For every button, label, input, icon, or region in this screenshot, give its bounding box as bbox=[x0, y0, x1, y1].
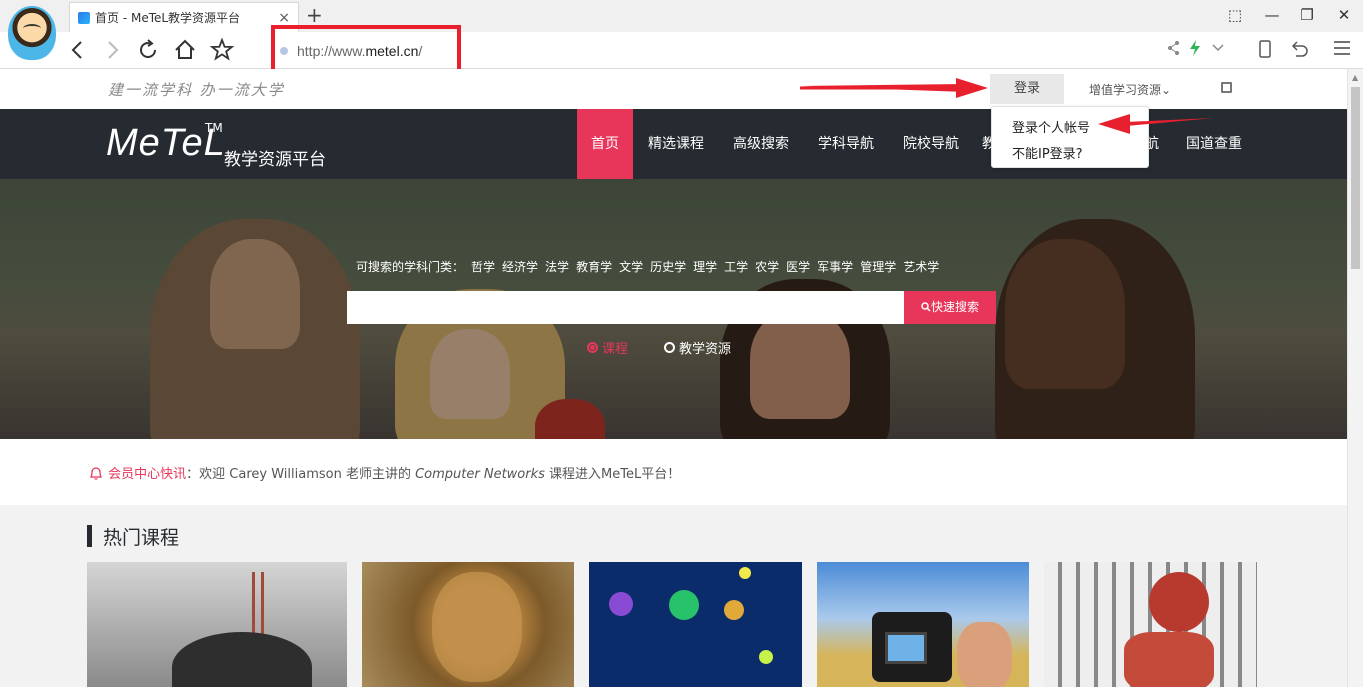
search-icon bbox=[921, 302, 931, 312]
forward-button[interactable] bbox=[99, 37, 125, 63]
category-literature[interactable]: 文学 bbox=[619, 260, 643, 274]
arrow-to-login-icon bbox=[800, 78, 988, 98]
bookmark-button[interactable] bbox=[209, 37, 235, 63]
menu-icon[interactable] bbox=[1333, 40, 1351, 60]
category-education[interactable]: 教育学 bbox=[576, 260, 612, 274]
news-ticker[interactable]: 会员中心快讯：欢迎 Carey Williamson 老师主讲的 Compute… bbox=[88, 463, 680, 482]
binary-dot-orange bbox=[724, 600, 744, 620]
nav-item-home[interactable]: 首页 bbox=[577, 109, 633, 179]
news-label: 会员中心快讯 bbox=[108, 467, 187, 482]
qrcode-icon[interactable] bbox=[1221, 82, 1232, 93]
mobile-icon[interactable] bbox=[1258, 40, 1272, 62]
course-card-2[interactable] bbox=[362, 562, 574, 687]
search-input[interactable] bbox=[347, 291, 904, 324]
quick-search-label: 快速搜索 bbox=[930, 300, 979, 314]
home-icon bbox=[175, 39, 195, 59]
category-economics[interactable]: 经济学 bbox=[502, 260, 538, 274]
login-button[interactable]: 登录 bbox=[990, 74, 1064, 104]
quick-search-button[interactable]: 快速搜索 bbox=[904, 291, 996, 324]
new-tab-button[interactable]: + bbox=[306, 4, 323, 26]
news-text-before: ：欢迎 Carey Williamson 老师主讲的 bbox=[186, 467, 416, 482]
logo-trademark: TM bbox=[205, 121, 223, 135]
nav-item-subject-nav[interactable]: 学科导航 bbox=[810, 109, 882, 179]
cannot-ip-login[interactable]: 不能IP登录? bbox=[1012, 143, 1083, 162]
man-silhouette-image bbox=[172, 632, 312, 687]
bell-icon bbox=[89, 467, 103, 480]
nav-item-advanced-search[interactable]: 高级搜索 bbox=[725, 109, 797, 179]
value-added-resources-menu[interactable]: 增值学习资源⌄ bbox=[1089, 81, 1171, 98]
scrollbar-thumb[interactable] bbox=[1351, 87, 1360, 269]
course-card-3[interactable] bbox=[589, 562, 802, 687]
url-annotation-box bbox=[271, 25, 461, 73]
browser-tab[interactable]: 首页 - MeTeL教学资源平台 × bbox=[69, 2, 299, 32]
binary-dot-green bbox=[669, 590, 699, 620]
category-agriculture[interactable]: 农学 bbox=[755, 260, 779, 274]
share-icon[interactable] bbox=[1166, 40, 1182, 60]
radio-resource[interactable]: 教学资源 bbox=[664, 338, 731, 357]
arrow-to-personal-login-icon bbox=[1098, 114, 1214, 134]
tab-title: 首页 - MeTeL教学资源平台 bbox=[95, 11, 241, 25]
undo-icon[interactable] bbox=[1290, 40, 1314, 62]
scroll-up-icon[interactable]: ▲ bbox=[1352, 73, 1358, 82]
category-history[interactable]: 历史学 bbox=[650, 260, 686, 274]
category-medicine[interactable]: 医学 bbox=[786, 260, 810, 274]
window-minimize-button[interactable]: — bbox=[1262, 6, 1282, 24]
star-icon bbox=[209, 37, 235, 61]
forward-arrow-icon bbox=[108, 41, 119, 59]
category-military[interactable]: 军事学 bbox=[817, 260, 853, 274]
category-philosophy[interactable]: 哲学 bbox=[471, 260, 495, 274]
metel-favicon-icon bbox=[78, 11, 90, 24]
hot-courses-title: 热门课程 bbox=[103, 527, 180, 549]
category-management[interactable]: 管理学 bbox=[860, 260, 896, 274]
categories-label: 可搜索的学科门类： bbox=[356, 260, 465, 274]
back-button[interactable] bbox=[65, 37, 91, 63]
category-art[interactable]: 艺术学 bbox=[903, 260, 939, 274]
camera-screen-image bbox=[885, 632, 927, 664]
binary-dot-yellow bbox=[739, 567, 751, 579]
mosaic-face-image bbox=[432, 572, 522, 682]
course-card-1[interactable] bbox=[87, 562, 347, 687]
radio-course-label: 课程 bbox=[602, 342, 629, 357]
subject-categories: 可搜索的学科门类： 哲学 经济学 法学 教育学 文学 历史学 理学 工学 农学 医学 军事学 管理学 艺术… bbox=[356, 258, 946, 275]
radio-checked-icon bbox=[587, 342, 598, 353]
browser-mascot-icon[interactable] bbox=[8, 6, 56, 60]
course-card-5[interactable] bbox=[1044, 562, 1257, 687]
back-arrow-icon bbox=[71, 41, 82, 59]
lightning-icon[interactable] bbox=[1188, 40, 1202, 60]
nav-item-school-nav[interactable]: 院校导航 bbox=[895, 109, 967, 179]
radio-unchecked-icon bbox=[664, 342, 675, 353]
radio-course[interactable]: 课程 bbox=[587, 338, 628, 357]
radio-resource-label: 教学资源 bbox=[679, 342, 732, 357]
page-scrollbar[interactable]: ▲ bbox=[1347, 69, 1363, 687]
category-law[interactable]: 法学 bbox=[545, 260, 569, 274]
binary-dot-lime bbox=[759, 650, 773, 664]
robot-head-image bbox=[1149, 572, 1209, 632]
category-science[interactable]: 理学 bbox=[693, 260, 717, 274]
site-slogan: 建一流学科 办一流大学 bbox=[108, 81, 285, 99]
reload-icon bbox=[140, 39, 156, 58]
home-button[interactable] bbox=[172, 37, 198, 63]
window-restore-button[interactable]: ❐ bbox=[1297, 6, 1317, 24]
category-engineering[interactable]: 工学 bbox=[724, 260, 748, 274]
robot-body-image bbox=[1124, 632, 1214, 687]
window-pin-icon[interactable]: ⬚ bbox=[1225, 6, 1245, 24]
chevron-down-icon[interactable] bbox=[1211, 40, 1225, 60]
section-marker bbox=[87, 525, 92, 547]
hand-image bbox=[957, 622, 1012, 687]
news-course-name: Computer Networks bbox=[415, 467, 545, 482]
logo-subtitle: 教学资源平台 bbox=[224, 150, 326, 170]
tab-close-icon[interactable]: × bbox=[278, 10, 290, 26]
course-card-4[interactable] bbox=[817, 562, 1029, 687]
reload-button[interactable] bbox=[135, 37, 161, 63]
login-personal-account[interactable]: 登录个人帐号 bbox=[1012, 117, 1090, 136]
window-close-button[interactable]: ✕ bbox=[1334, 6, 1354, 24]
nav-item-featured-courses[interactable]: 精选课程 bbox=[640, 109, 712, 179]
binary-dot-purple bbox=[609, 592, 633, 616]
news-text-after: 课程进入MeTeL平台！ bbox=[544, 467, 681, 482]
